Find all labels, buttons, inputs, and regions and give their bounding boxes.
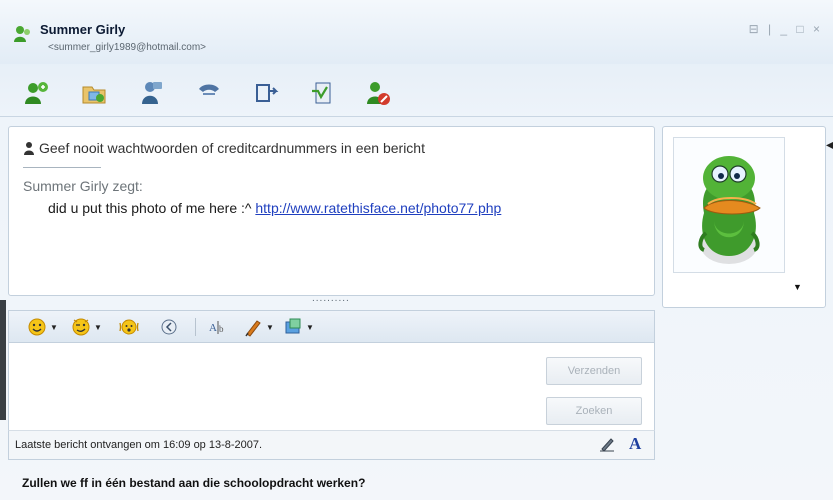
background-button[interactable]: ▼ bbox=[283, 316, 314, 338]
pane-splitter[interactable]: .......... bbox=[312, 294, 360, 304]
last-message-status: Laatste bericht ontvangen om 16:09 op 13… bbox=[15, 439, 263, 451]
call-icon bbox=[199, 84, 219, 95]
block-contact-button[interactable] bbox=[362, 78, 394, 108]
invite-contact-icon bbox=[25, 82, 48, 104]
collapse-panel-arrow[interactable]: ◀ bbox=[826, 140, 833, 151]
display-picture-menu-arrow[interactable]: ▼ bbox=[793, 282, 802, 292]
svg-text:b: b bbox=[219, 324, 224, 334]
toolbar-separator bbox=[195, 318, 196, 336]
security-warning-text: Geef nooit wachtwoorden of creditcardnum… bbox=[39, 140, 425, 156]
contact-email: <summer_girly1989@hotmail.com> bbox=[48, 42, 206, 53]
message-line: did u put this photo of me here :^ http:… bbox=[48, 200, 501, 216]
chat-window: Summer Girly <summer_girly1989@hotmail.c… bbox=[0, 0, 833, 500]
svg-text:A: A bbox=[209, 322, 217, 334]
video-call-button[interactable] bbox=[135, 78, 167, 108]
pen-icon bbox=[245, 320, 261, 337]
share-folders-button[interactable] bbox=[250, 78, 282, 108]
conversation-toolbar bbox=[0, 70, 833, 117]
send-files-button[interactable] bbox=[78, 78, 110, 108]
conversation-history[interactable]: Geef nooit wachtwoorden of creditcardnum… bbox=[8, 126, 655, 296]
video-call-icon bbox=[142, 82, 162, 104]
warning-divider bbox=[23, 167, 101, 168]
voice-clip-icon bbox=[161, 319, 177, 335]
text-mode-button[interactable]: A bbox=[629, 434, 641, 454]
window-controls[interactable]: ⊟ | _ □ × bbox=[749, 22, 823, 36]
status-bar: Laatste bericht ontvangen om 16:09 op 13… bbox=[8, 430, 655, 460]
pen-color-button[interactable]: ▼ bbox=[243, 316, 274, 338]
invite-contact-button[interactable] bbox=[20, 78, 52, 108]
caption-text: Zullen we ff in één bestand aan die scho… bbox=[22, 476, 366, 490]
handwriting-icon[interactable] bbox=[599, 436, 615, 452]
font-icon: A b bbox=[209, 321, 224, 334]
dropdown-arrow-icon: ▼ bbox=[266, 322, 274, 332]
dropdown-arrow-icon: ▼ bbox=[50, 322, 58, 332]
search-button[interactable]: Zoeken bbox=[546, 397, 642, 425]
contact-name: Summer Girly bbox=[40, 22, 126, 37]
send-button[interactable]: Verzenden bbox=[546, 357, 642, 385]
display-picture[interactable] bbox=[673, 137, 785, 273]
activities-icon bbox=[312, 82, 331, 104]
compose-input[interactable]: Verzenden Zoeken bbox=[8, 342, 655, 432]
person-icon bbox=[24, 142, 34, 155]
window-edge bbox=[0, 300, 6, 420]
conversation-header: Summer Girly <summer_girly1989@hotmail.c… bbox=[0, 0, 833, 64]
display-picture-panel: ▼ bbox=[662, 126, 826, 308]
activities-button[interactable] bbox=[306, 78, 338, 108]
block-contact-icon bbox=[367, 82, 390, 105]
background-icon bbox=[285, 318, 301, 334]
voice-clip-button[interactable] bbox=[159, 316, 179, 338]
sender-line: Summer Girly zegt: bbox=[23, 178, 143, 194]
contact-status-icon bbox=[14, 26, 30, 42]
green-duck-avatar-icon bbox=[698, 156, 761, 264]
share-folders-icon bbox=[256, 84, 279, 102]
compose-toolbar: ▼ ▼ A b ▼ ▼ bbox=[8, 310, 655, 343]
security-warning: Geef nooit wachtwoorden of creditcardnum… bbox=[23, 140, 425, 156]
dropdown-arrow-icon: ▼ bbox=[306, 322, 314, 332]
nudge-button[interactable] bbox=[119, 316, 139, 338]
send-files-icon bbox=[82, 86, 106, 104]
font-button[interactable]: A b bbox=[207, 316, 227, 338]
dropdown-arrow-icon: ▼ bbox=[94, 322, 102, 332]
emoticon-icon bbox=[28, 318, 46, 336]
wink-icon bbox=[72, 318, 90, 336]
message-text: did u put this photo of me here :^ bbox=[48, 200, 256, 216]
call-button[interactable] bbox=[193, 78, 225, 108]
message-link[interactable]: http://www.ratethisface.net/photo77.php bbox=[255, 200, 501, 216]
nudge-icon bbox=[119, 319, 139, 335]
wink-button[interactable]: ▼ bbox=[71, 316, 102, 338]
emoticon-button[interactable]: ▼ bbox=[27, 316, 58, 338]
